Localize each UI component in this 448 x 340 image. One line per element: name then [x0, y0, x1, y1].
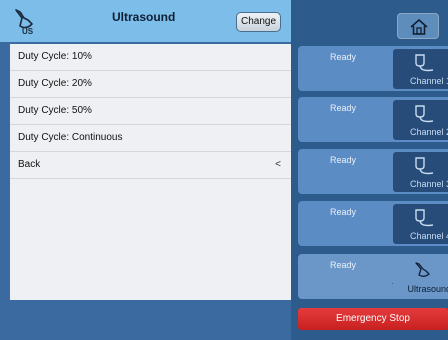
header-icon-label: US: [22, 27, 34, 36]
channel-label: Channel 1: [409, 76, 448, 86]
channel-2-button[interactable]: Channel 2: [393, 100, 448, 140]
ultrasound-status: Ready: [330, 260, 357, 270]
ultrasound-card: Ready - Ultrasound: [298, 254, 448, 299]
channel-status: Ready: [330, 207, 357, 217]
back-label: Back: [18, 159, 41, 170]
channel-status: Ready: [330, 52, 357, 62]
home-icon: [410, 19, 428, 35]
header-bar: US Ultrasound Change: [0, 0, 291, 42]
ultrasound-button[interactable]: Ultrasound: [393, 257, 448, 297]
channel-3-button[interactable]: Channel 3: [393, 152, 448, 192]
chevron-left-icon: <: [275, 159, 281, 170]
channel-label: Channel 2: [409, 127, 448, 137]
list-item-duty-cycle-20[interactable]: Duty Cycle: 20%: [10, 71, 291, 98]
home-button[interactable]: [397, 13, 439, 39]
channel-card-4: Ready Channel 4: [298, 201, 448, 246]
list-item-duty-cycle-continuous[interactable]: Duty Cycle: Continuous: [10, 125, 291, 152]
list-item-duty-cycle-10[interactable]: Duty Cycle: 10%: [10, 44, 291, 71]
channel-4-button[interactable]: Channel 4: [393, 204, 448, 244]
change-button[interactable]: Change: [236, 12, 281, 32]
channel-1-button[interactable]: Channel 1: [393, 49, 448, 89]
channel-label: Channel 4: [409, 231, 448, 241]
electrode-icon: [415, 54, 434, 72]
list-item-duty-cycle-50[interactable]: Duty Cycle: 50%: [10, 98, 291, 125]
channel-card-2: Ready Channel 2: [298, 97, 448, 142]
electrode-icon: [415, 105, 434, 123]
menu-list: Duty Cycle: 10% Duty Cycle: 20% Duty Cyc…: [10, 44, 291, 300]
right-panel: Ready Channel 1 Ready Channel 2 Ready Ch…: [291, 0, 448, 340]
left-panel: US Ultrasound Change Duty Cycle: 10% Dut…: [0, 0, 291, 340]
channel-status: Ready: [330, 103, 357, 113]
page-title: Ultrasound: [112, 10, 176, 24]
emergency-stop-button[interactable]: Emergency Stop: [298, 308, 448, 330]
channel-status: Ready: [330, 155, 357, 165]
ultrasound-label: Ultrasound: [407, 284, 448, 294]
channel-card-3: Ready Channel 3: [298, 149, 448, 194]
back-item[interactable]: Back <: [10, 152, 291, 179]
ultrasound-probe-icon: [415, 262, 430, 277]
channel-card-1: Ready Channel 1: [298, 46, 448, 91]
channel-label: Channel 3: [409, 179, 448, 189]
electrode-icon: [415, 209, 434, 227]
electrode-icon: [415, 157, 434, 175]
